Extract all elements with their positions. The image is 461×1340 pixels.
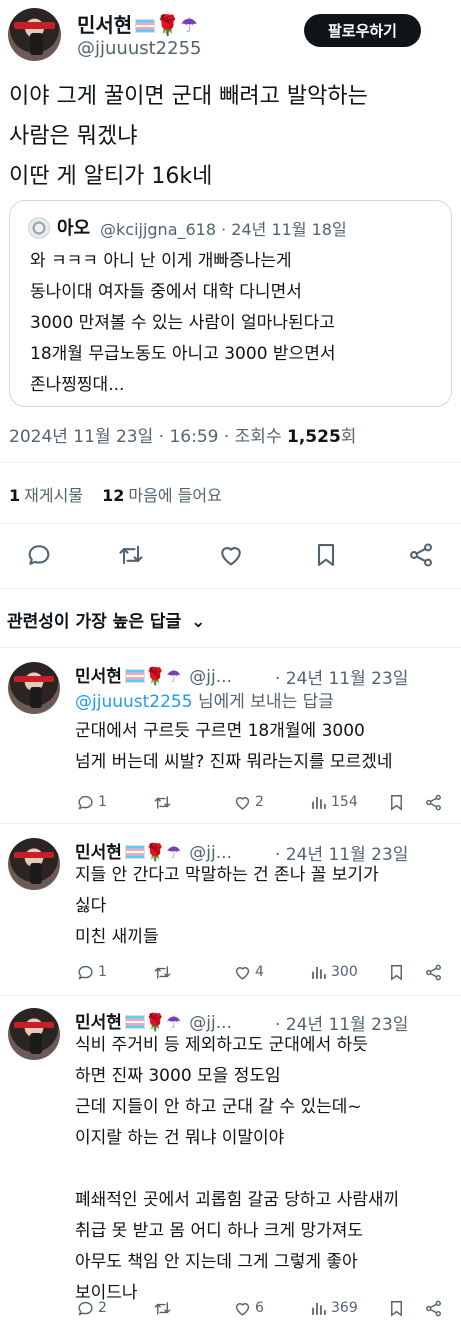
quote-text: 와 ㅋㅋㅋ 아니 난 이게 개빠증나는게 동나이대 여자들 중에서 대학 다니면… <box>30 251 336 395</box>
chevron-down-icon: ⌄ <box>191 612 206 632</box>
rose-emoji: 🌹 <box>144 667 167 687</box>
quote-meta: @kcijjgna_618 · 24년 11월 18일 <box>100 220 347 239</box>
divider <box>0 523 461 524</box>
reply-avatar[interactable] <box>8 662 60 714</box>
retweet-button[interactable] <box>153 1297 172 1319</box>
umbrella-emoji: ☂ <box>166 667 182 687</box>
flag-emoji <box>135 19 156 33</box>
view-count: 369 <box>331 1300 358 1316</box>
like-count: 6 <box>255 1300 264 1316</box>
reply-text: 식비 주거비 등 제외하고도 군대에서 하듯 하면 진짜 3000 모을 정도임… <box>75 1035 400 1303</box>
share-button[interactable] <box>424 961 443 983</box>
quote-author-name: 아오 <box>57 218 91 239</box>
bookmark-icon[interactable] <box>312 541 340 569</box>
like-count: 2 <box>255 794 264 810</box>
divider <box>0 462 461 463</box>
reply-author-row[interactable]: 민서현 🌹☂ @jj... <box>75 662 232 687</box>
timestamp-text: 2024년 11월 23일 · 16:59 · 조회수 <box>9 427 287 447</box>
reply-text: 군대에서 구르듯 구르면 18개월에 3000 넘게 버는데 씨발? 진짜 뭐라… <box>75 721 393 772</box>
view-suffix: 회 <box>340 427 357 447</box>
like-button[interactable]: 2 <box>233 791 264 813</box>
bookmark-button[interactable] <box>387 1297 406 1319</box>
like-button[interactable]: 4 <box>233 961 264 983</box>
like-button[interactable]: 6 <box>233 1297 264 1319</box>
reply-avatar[interactable] <box>8 1008 60 1060</box>
likes-count: 12 <box>102 486 125 505</box>
reply-button[interactable]: 2 <box>76 1297 107 1319</box>
reply-count: 1 <box>98 964 107 980</box>
share-button[interactable] <box>424 1297 443 1319</box>
quoted-tweet[interactable]: 아오 @kcijjgna_618 · 24년 11월 18일 와 ㅋㅋㅋ 아니 … <box>9 200 452 407</box>
reply-count: 1 <box>98 794 107 810</box>
views-button[interactable]: 154 <box>309 791 358 813</box>
retweets-count: 1 <box>9 486 21 505</box>
share-button[interactable] <box>424 791 443 813</box>
quote-author-avatar <box>28 217 50 239</box>
reply-button[interactable]: 1 <box>76 791 107 813</box>
like-count: 4 <box>255 964 264 980</box>
reply-to-mention[interactable]: @jjuuust2255 <box>75 692 193 712</box>
flag-emoji <box>124 845 145 859</box>
flag-emoji <box>124 1015 145 1029</box>
reply-to-suffix: 님에게 보내는 답글 <box>192 692 334 712</box>
sort-label: 관련성이 가장 높은 답글 <box>7 612 182 632</box>
bookmark-button[interactable] <box>387 961 406 983</box>
views-button[interactable]: 369 <box>309 1297 358 1319</box>
divider <box>0 995 461 996</box>
retweet-button[interactable] <box>153 961 172 983</box>
reply-avatar[interactable] <box>8 838 60 890</box>
author-name[interactable]: 민서현 <box>77 13 132 37</box>
bookmark-button[interactable] <box>387 791 406 813</box>
reply-handle[interactable]: @jj... <box>189 667 232 687</box>
divider <box>0 823 461 824</box>
tweet-timestamp[interactable]: 2024년 11월 23일 · 16:59 · 조회수 1,525회 <box>9 422 356 447</box>
author-handle[interactable]: @jjuuust2255 <box>77 38 201 59</box>
author-avatar[interactable] <box>8 8 61 61</box>
reply-text: 지들 안 간다고 막말하는 건 존나 꼴 보기가 싫다 미친 새끼들 <box>75 865 379 947</box>
retweets-label: 재게시물 <box>24 486 84 505</box>
likes-label: 마음에 들어요 <box>128 486 222 505</box>
likes-stat[interactable]: 12 마음에 들어요 <box>102 486 222 505</box>
rose-emoji: 🌹 <box>155 13 181 37</box>
umbrella-emoji: ☂ <box>180 13 199 37</box>
views-button[interactable]: 300 <box>309 961 358 983</box>
retweet-button[interactable] <box>153 791 172 813</box>
view-count: 300 <box>331 964 358 980</box>
divider <box>0 588 461 589</box>
reply-author-name[interactable]: 민서현 <box>75 667 122 687</box>
flag-emoji <box>124 669 145 683</box>
engagement-counts: 1 재게시물 12 마음에 들어요 <box>9 482 222 506</box>
tweet-text: 이야 그게 꿀이면 군대 빼려고 발악하는 사람은 뭐겠냐 이딴 게 알티가 1… <box>9 84 368 189</box>
divider <box>0 647 461 648</box>
reply-icon[interactable] <box>25 541 53 569</box>
reply-to-line: @jjuuust2255 님에게 보내는 답글 <box>75 687 334 712</box>
view-count: 154 <box>331 794 358 810</box>
replies-sort-dropdown[interactable]: 관련성이 가장 높은 답글 ⌄ <box>7 607 205 632</box>
reply-date[interactable]: · 24년 11월 23일 <box>275 664 408 689</box>
reply-button[interactable]: 1 <box>76 961 107 983</box>
like-icon[interactable] <box>217 541 245 569</box>
view-count: 1,525 <box>287 427 341 447</box>
author-name-row[interactable]: 민서현 🌹☂ <box>77 9 198 38</box>
retweets-stat[interactable]: 1 재게시물 <box>9 486 83 505</box>
reply-count: 2 <box>98 1300 107 1316</box>
retweet-icon[interactable] <box>117 541 145 569</box>
share-icon[interactable] <box>407 541 435 569</box>
follow-button[interactable]: 팔로우하기 <box>304 14 421 47</box>
